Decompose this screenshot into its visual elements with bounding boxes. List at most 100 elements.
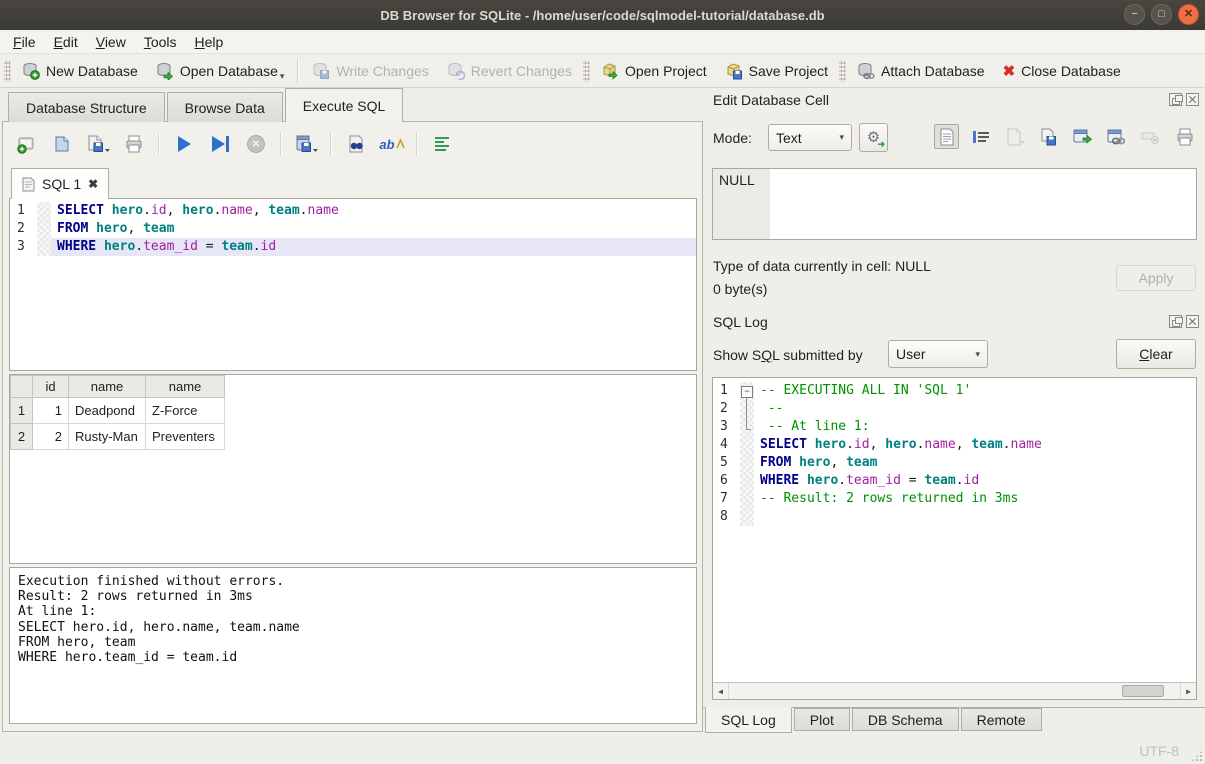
menu-bar: File Edit View Tools Help bbox=[0, 30, 1205, 54]
sql-log-filter-label: Show SQL submitted by bbox=[713, 347, 863, 363]
results-corner-header[interactable] bbox=[11, 376, 33, 398]
menu-help[interactable]: Help bbox=[186, 32, 233, 52]
dock-tab-remote[interactable]: Remote bbox=[961, 708, 1042, 731]
sql-editor[interactable]: 1SELECT hero.id, hero.name, team.name2FR… bbox=[9, 198, 697, 371]
open-sql-file-button[interactable] bbox=[49, 131, 75, 157]
text-mode-button[interactable] bbox=[934, 124, 959, 149]
scroll-left-icon[interactable]: ◀ bbox=[713, 683, 729, 699]
print-cell-button[interactable] bbox=[1172, 124, 1197, 149]
right-dock: Edit Database Cell Mode: Text ▾ ⚙ ➜ NULL bbox=[703, 88, 1205, 737]
results-header-name2[interactable]: name bbox=[146, 376, 225, 398]
format-sql-button[interactable] bbox=[429, 131, 455, 157]
mode-label: Mode: bbox=[713, 130, 752, 146]
menu-file[interactable]: File bbox=[4, 32, 45, 52]
execution-message[interactable]: Execution finished without errors. Resul… bbox=[9, 567, 697, 724]
cell-team-name[interactable]: Z-Force bbox=[146, 398, 225, 424]
edit-cell-panel-controls bbox=[1169, 93, 1199, 106]
cell-value-gutter: NULL bbox=[713, 169, 770, 239]
close-database-button[interactable]: ✖ Close Database bbox=[994, 57, 1130, 85]
mode-select[interactable]: Text ▾ bbox=[768, 124, 852, 151]
row-header[interactable]: 1 bbox=[11, 398, 33, 424]
menu-view[interactable]: View bbox=[87, 32, 135, 52]
sql-tab-close-icon[interactable]: ✖ bbox=[88, 177, 98, 191]
cell-id[interactable]: 2 bbox=[33, 424, 69, 450]
open-project-icon bbox=[601, 62, 619, 80]
open-database-dropdown-icon[interactable]: ▾ bbox=[280, 71, 285, 82]
sql-toolbar-separator bbox=[280, 133, 282, 155]
cell-value-editor[interactable]: NULL bbox=[712, 168, 1197, 240]
menu-tools[interactable]: Tools bbox=[135, 32, 186, 52]
cell-hero-name[interactable]: Rusty-Man bbox=[69, 424, 146, 450]
results-header-name1[interactable]: name bbox=[69, 376, 146, 398]
sql-editor-tab[interactable]: SQL 1 ✖ bbox=[11, 168, 109, 199]
title-bar[interactable]: DB Browser for SQLite - /home/user/code/… bbox=[0, 0, 1205, 30]
float-panel-icon[interactable] bbox=[1169, 315, 1182, 328]
save-project-icon bbox=[725, 62, 743, 80]
tab-execute-sql[interactable]: Execute SQL bbox=[285, 88, 404, 122]
cell-id[interactable]: 1 bbox=[33, 398, 69, 424]
edit-cell-panel-title: Edit Database Cell bbox=[713, 92, 829, 108]
chevron-down-icon: ▾ bbox=[975, 349, 980, 360]
attach-database-button[interactable]: Attach Database bbox=[848, 57, 994, 85]
execute-current-line-button[interactable] bbox=[207, 131, 233, 157]
close-button[interactable]: ✕ bbox=[1178, 4, 1199, 25]
tab-browse-data[interactable]: Browse Data bbox=[167, 92, 283, 122]
minimize-icon: − bbox=[1131, 9, 1137, 20]
code-line: 7-- Result: 2 rows returned in 3ms bbox=[713, 490, 1196, 508]
open-project-button[interactable]: Open Project bbox=[592, 57, 716, 85]
results-grid: id name name 1 1 Deadpond Z-Force 2 2 Ru… bbox=[9, 374, 697, 564]
save-results-button[interactable] bbox=[293, 131, 319, 157]
maximize-button[interactable]: □ bbox=[1151, 4, 1172, 25]
close-panel-icon[interactable] bbox=[1186, 93, 1199, 106]
menu-edit[interactable]: Edit bbox=[45, 32, 87, 52]
sql-log-filter-select[interactable]: User ▾ bbox=[888, 340, 988, 368]
new-database-button[interactable]: New Database bbox=[13, 57, 147, 85]
dock-tab-db-schema[interactable]: DB Schema bbox=[852, 708, 959, 731]
auto-complete-button[interactable]: ab bbox=[379, 131, 405, 157]
results-header-id[interactable]: id bbox=[33, 376, 69, 398]
link-data-button[interactable] bbox=[1104, 124, 1129, 149]
scrollbar-track[interactable] bbox=[729, 683, 1180, 699]
float-panel-icon[interactable] bbox=[1169, 93, 1182, 106]
code-line: 2 -- bbox=[713, 400, 1196, 418]
main-toolbar: New Database Open Database ▾ Write Chang… bbox=[0, 54, 1205, 88]
code-line: 3WHERE hero.team_id = team.id bbox=[10, 238, 696, 256]
open-database-button[interactable]: Open Database ▾ bbox=[147, 57, 294, 85]
clear-log-button[interactable]: Clear bbox=[1116, 339, 1196, 369]
main-tab-bar: Database Structure Browse Data Execute S… bbox=[8, 88, 405, 122]
sql-log-view[interactable]: 1-- EXECUTING ALL IN 'SQL 1'2 --3 -- At … bbox=[712, 377, 1197, 700]
find-button[interactable] bbox=[343, 131, 369, 157]
stop-icon: ✕ bbox=[247, 135, 265, 153]
save-project-button[interactable]: Save Project bbox=[716, 57, 837, 85]
cell-value-area[interactable] bbox=[770, 169, 1196, 239]
new-sql-tab-button[interactable] bbox=[13, 131, 39, 157]
word-wrap-button[interactable] bbox=[968, 124, 993, 149]
save-sql-file-button[interactable] bbox=[85, 131, 111, 157]
print-sql-button[interactable] bbox=[121, 131, 147, 157]
write-changes-icon bbox=[312, 62, 330, 80]
code-line: 8 bbox=[713, 508, 1196, 526]
execute-all-button[interactable] bbox=[171, 131, 197, 157]
toolbar-drag-handle[interactable] bbox=[583, 60, 590, 82]
dock-tab-sql-log[interactable]: SQL Log bbox=[705, 707, 792, 733]
export-to-file-button[interactable] bbox=[1036, 124, 1061, 149]
dock-tab-plot[interactable]: Plot bbox=[794, 708, 850, 731]
toolbar-drag-handle[interactable] bbox=[839, 60, 846, 82]
auto-switch-mode-button[interactable]: ⚙ ➜ bbox=[859, 123, 888, 152]
cell-hero-name[interactable]: Deadpond bbox=[69, 398, 146, 424]
open-in-external-app-button[interactable] bbox=[1070, 124, 1095, 149]
cell-type-info: Type of data currently in cell: NULL bbox=[713, 258, 931, 274]
minimize-button[interactable]: − bbox=[1124, 4, 1145, 25]
toolbar-drag-handle[interactable] bbox=[4, 60, 11, 82]
row-header[interactable]: 2 bbox=[11, 424, 33, 450]
cell-team-name[interactable]: Preventers bbox=[146, 424, 225, 450]
resize-grip[interactable] bbox=[1191, 750, 1203, 762]
new-database-icon bbox=[22, 62, 40, 80]
sql-log-panel-title: SQL Log bbox=[713, 314, 768, 330]
sql-toolbar: ✕ ab bbox=[13, 130, 455, 158]
tab-database-structure[interactable]: Database Structure bbox=[8, 92, 165, 122]
horizontal-scrollbar[interactable]: ◀ ▶ bbox=[713, 682, 1196, 699]
scrollbar-thumb[interactable] bbox=[1122, 685, 1164, 697]
scroll-right-icon[interactable]: ▶ bbox=[1180, 683, 1196, 699]
close-panel-icon[interactable] bbox=[1186, 315, 1199, 328]
